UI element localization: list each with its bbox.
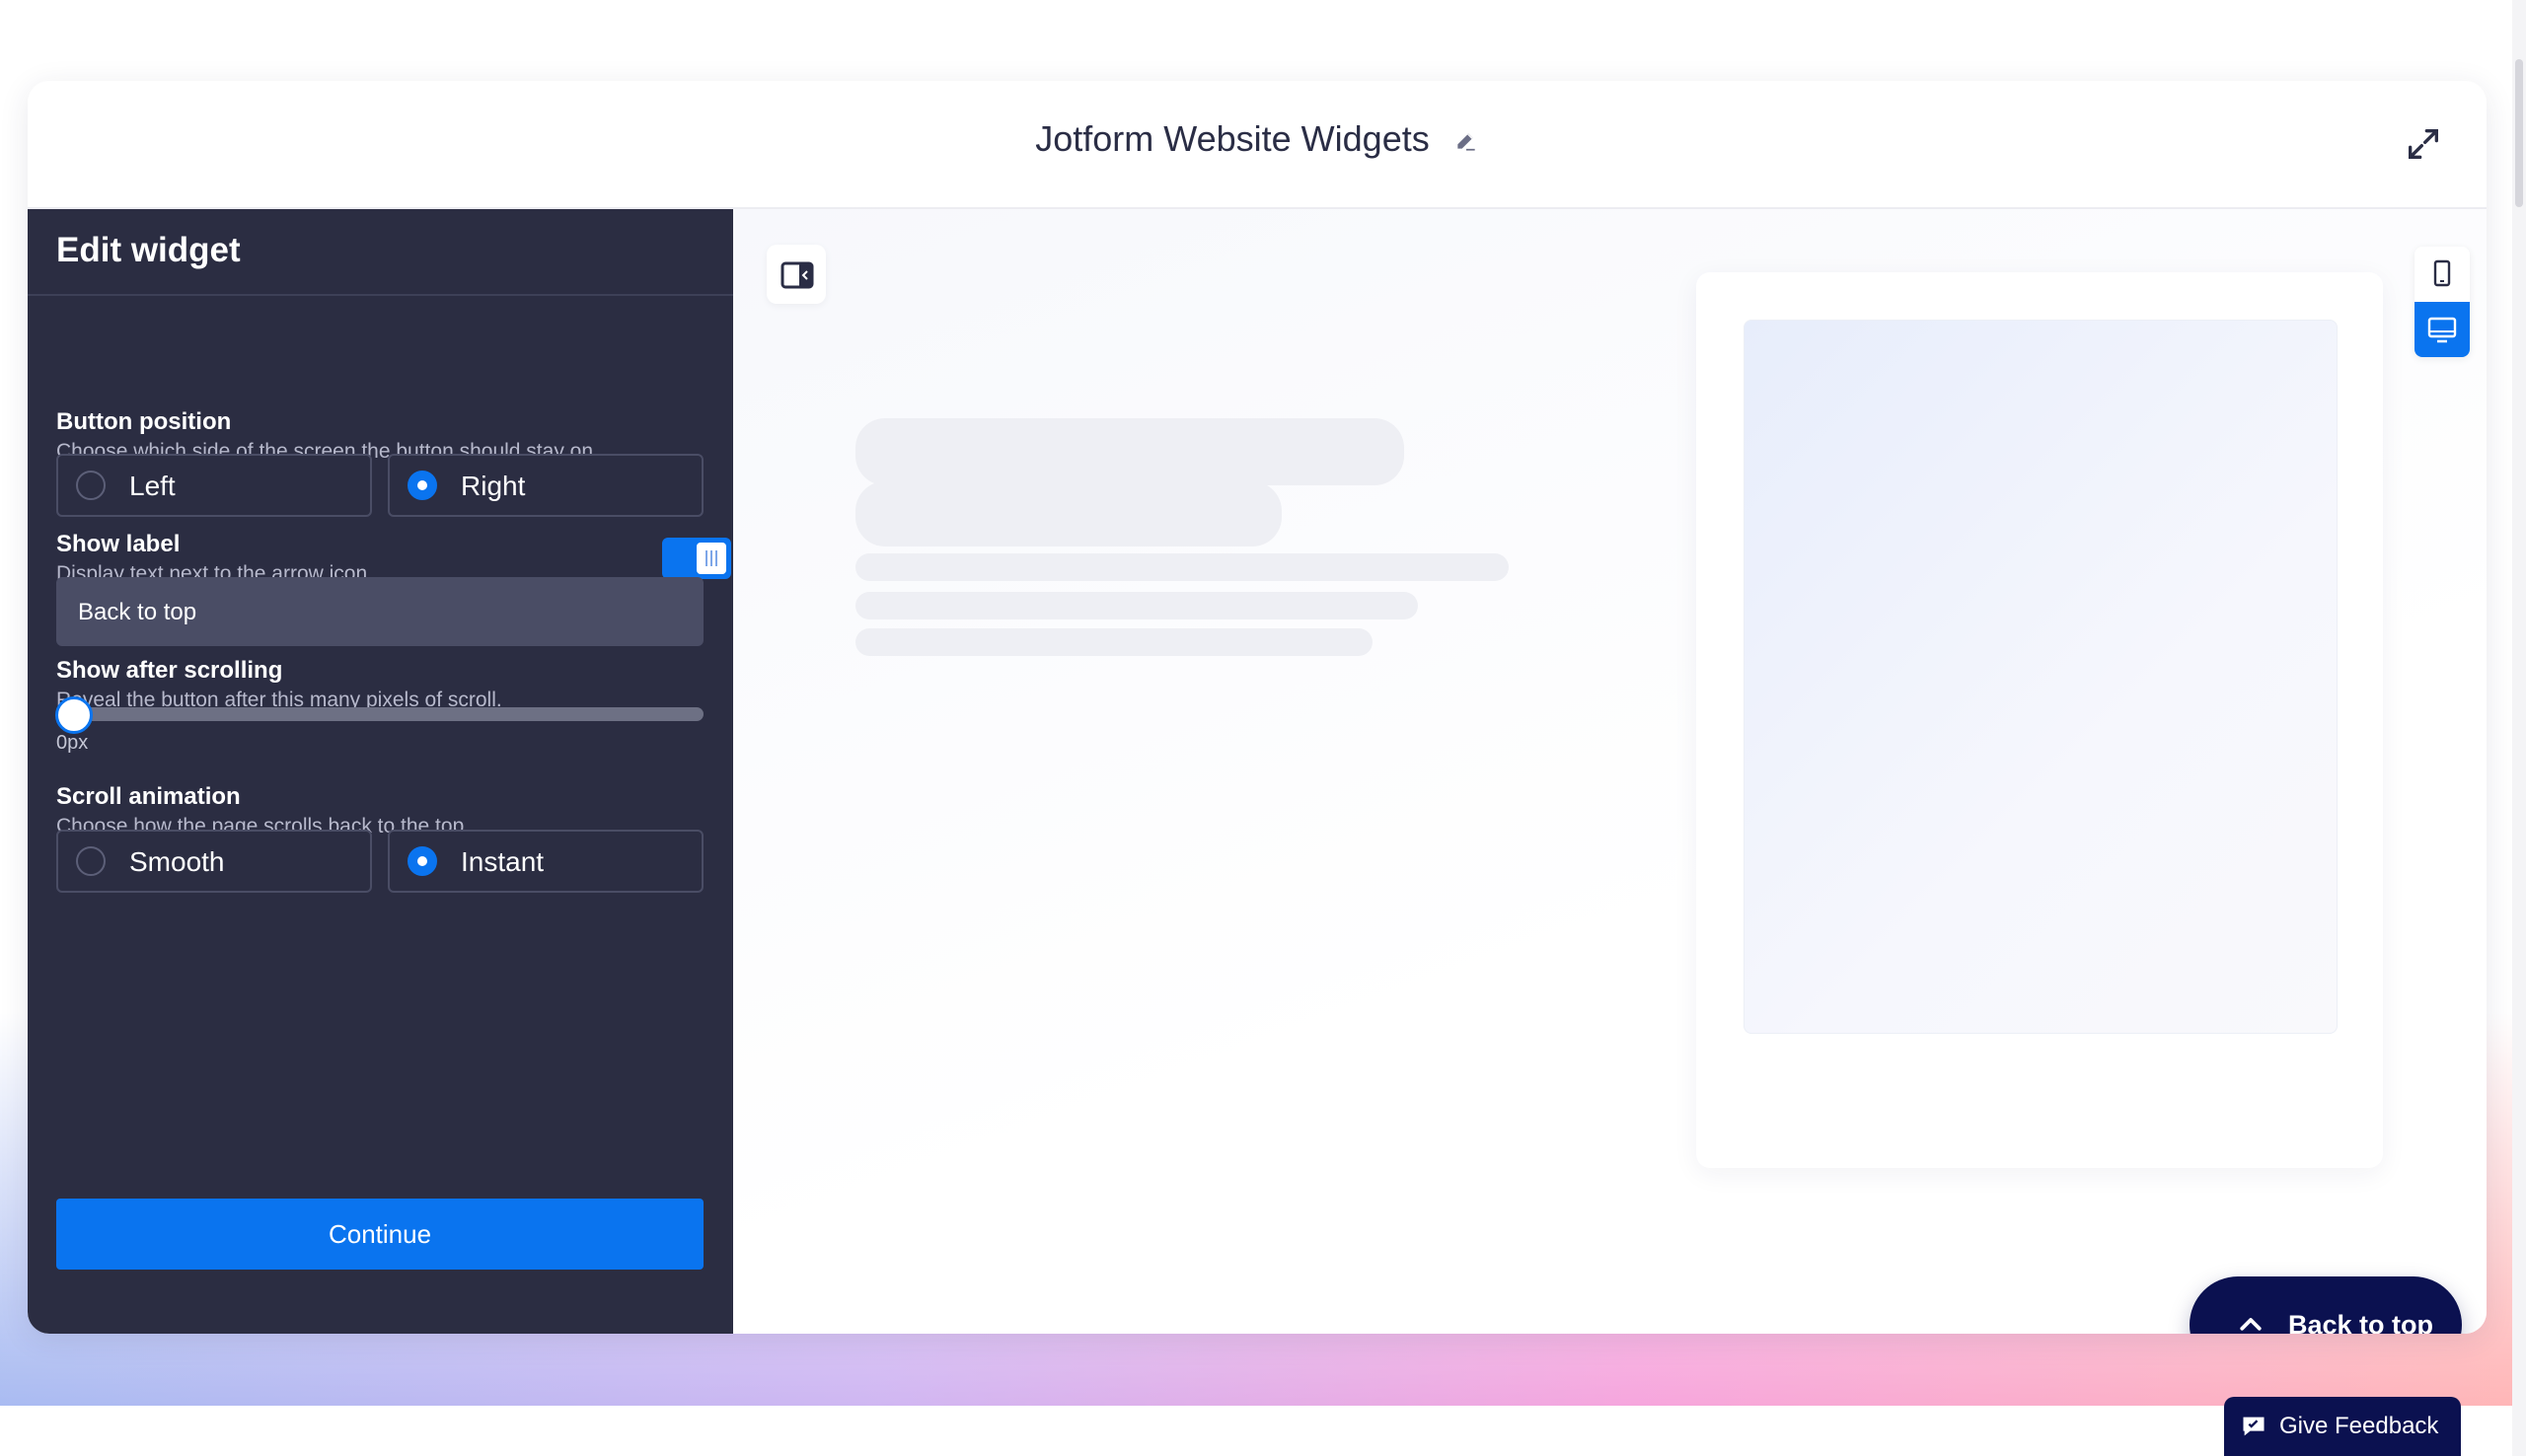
widget-editor-card: Jotform Website Widgets Edit widget Butt…	[28, 81, 2487, 1334]
scroll-slider-track[interactable]	[56, 707, 704, 721]
label-text-input[interactable]: Back to top	[56, 577, 704, 646]
give-feedback-label: Give Feedback	[2279, 1413, 2439, 1439]
radio-right[interactable]	[408, 471, 437, 500]
device-switcher	[2415, 247, 2470, 357]
option-label-smooth: Smooth	[129, 846, 225, 877]
scroll-slider-handle[interactable]	[55, 696, 93, 734]
page-scrollbar-thumb[interactable]	[2515, 59, 2523, 207]
animation-option-smooth[interactable]: Smooth	[56, 830, 372, 893]
expand-icon[interactable]	[2404, 124, 2443, 164]
preview-area: Back to top	[733, 209, 2487, 1334]
show-label-title: Show label	[56, 531, 181, 557]
desktop-icon[interactable]	[2415, 302, 2470, 357]
skeleton-line	[855, 553, 1509, 581]
pencil-icon[interactable]	[1453, 120, 1479, 162]
page-scrollbar[interactable]	[2512, 0, 2526, 1456]
skeleton-heading	[855, 418, 1404, 485]
sidebar-toggle-icon[interactable]	[767, 245, 826, 304]
option-label-left: Left	[129, 471, 176, 501]
skeleton-subheading	[855, 481, 1282, 546]
mobile-icon[interactable]	[2415, 247, 2470, 302]
page-title-row: Jotform Website Widgets	[28, 118, 2487, 162]
radio-left[interactable]	[76, 471, 106, 500]
feedback-icon	[2240, 1413, 2267, 1445]
skeleton-line	[855, 592, 1418, 619]
chevron-up-icon	[2235, 1310, 2266, 1334]
toggle-knob	[697, 543, 726, 574]
page-title: Jotform Website Widgets	[1035, 118, 1430, 159]
back-to-top-preview-button[interactable]: Back to top	[2190, 1276, 2462, 1334]
radio-smooth[interactable]	[76, 846, 106, 876]
preview-page-frame	[1696, 272, 2383, 1168]
preview-image-placeholder	[1744, 320, 2338, 1034]
position-option-right[interactable]: Right	[388, 454, 704, 517]
continue-button[interactable]: Continue	[56, 1199, 704, 1270]
show-label-toggle[interactable]	[662, 538, 731, 579]
page-bottom-strip	[0, 1406, 2526, 1456]
option-label-instant: Instant	[461, 846, 545, 877]
panel-title: Edit widget	[56, 231, 241, 269]
card-header: Jotform Website Widgets	[28, 81, 2487, 209]
edit-widget-panel: Edit widget Button position Choose which…	[28, 209, 733, 1334]
position-option-left[interactable]: Left	[56, 454, 372, 517]
button-position-title: Button position	[56, 408, 232, 435]
panel-divider	[28, 294, 733, 296]
option-label-right: Right	[461, 471, 526, 501]
radio-instant[interactable]	[408, 846, 437, 876]
scroll-slider-value: 0px	[56, 732, 89, 754]
show-after-scrolling-title: Show after scrolling	[56, 657, 283, 684]
back-to-top-label: Back to top	[2288, 1310, 2434, 1334]
give-feedback-button[interactable]: Give Feedback	[2224, 1397, 2461, 1456]
skeleton-line	[855, 628, 1373, 656]
scroll-animation-title: Scroll animation	[56, 783, 241, 810]
animation-option-instant[interactable]: Instant	[388, 830, 704, 893]
